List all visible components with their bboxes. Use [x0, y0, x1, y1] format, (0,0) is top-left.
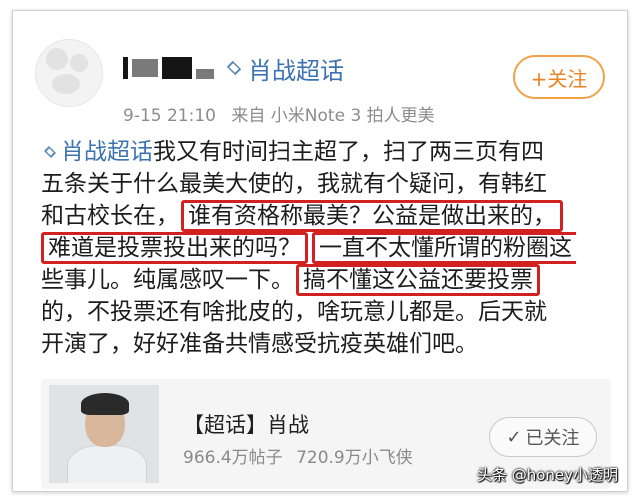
- user-name-row: 肖战超话: [123, 51, 344, 85]
- redacted-username: [132, 59, 158, 77]
- topic-thumbnail: [49, 385, 159, 483]
- post-line: 五条关于什么最美大使的，我就有个疑问，有韩红: [41, 168, 611, 200]
- topic-tag-link[interactable]: 肖战超话: [41, 136, 153, 168]
- super-topic-diamond-icon: [226, 60, 242, 76]
- redacted-username: [123, 57, 128, 79]
- thumbnail-body-shape: [67, 445, 147, 483]
- thumbnail-hair-shape: [81, 393, 129, 415]
- redacted-username: [196, 69, 214, 79]
- avatar[interactable]: [35, 39, 103, 107]
- super-topic-diamond-icon: [43, 145, 57, 159]
- post-card-frame: 肖战超话 9-15 21:10 来自 小米Note 3 拍人更美 +关注 肖战超…: [12, 10, 628, 492]
- post-line: 些事儿。纯属感叹一下。 搞不懂这公益还要投票: [41, 264, 611, 296]
- card-title: 【超话】肖战: [183, 413, 309, 437]
- post-line: 难道是投票投出来的吗？ 一直不太懂所谓的粉圈这: [41, 232, 611, 264]
- post-line: 肖战超话 我又有时间扫主超了，扫了两三页有四: [41, 136, 611, 168]
- post-text: 的，不投票还有啥批皮的，啥玩意儿都是。后天就: [41, 299, 547, 325]
- card-stats: 966.4万帖子 720.9万小飞侠: [183, 443, 421, 468]
- highlighted-text: 难道是投票投出来的吗？: [41, 232, 308, 264]
- highlighted-text: 一直不太懂所谓的粉圈这: [312, 232, 576, 264]
- post-line: 的，不投票还有啥批皮的，啥玩意儿都是。后天就: [41, 296, 611, 328]
- followed-button[interactable]: ✓ 已关注: [489, 417, 597, 457]
- follow-button[interactable]: +关注: [513, 55, 605, 99]
- fans-count: 720.9万小飞侠: [296, 448, 413, 468]
- post-body: 肖战超话 我又有时间扫主超了，扫了两三页有四 五条关于什么最美大使的，我就有个疑问…: [41, 136, 611, 360]
- post-source: 来自 小米Note 3 拍人更美: [231, 106, 435, 126]
- post-text: 开演了，好好准备共情感受抗疫英雄们吧。: [41, 331, 478, 357]
- post-text: 我又有时间扫主超了，扫了两三页有四: [153, 139, 544, 165]
- post-time: 9-15 21:10: [123, 106, 216, 126]
- post-line: 开演了，好好准备共情感受抗疫英雄们吧。: [41, 328, 611, 360]
- highlighted-text: 谁有资格称最美？公益是做出来的，: [181, 200, 563, 232]
- topic-tag-label: 肖战超话: [61, 139, 153, 165]
- check-icon: ✓: [506, 426, 522, 448]
- post-text: 些事儿。纯属感叹一下。: [41, 267, 294, 293]
- followed-label: 已关注: [525, 428, 580, 449]
- post-text: 和古校长在，: [41, 203, 179, 229]
- highlighted-text: 搞不懂这公益还要投票: [296, 264, 540, 296]
- post-meta: 9-15 21:10 来自 小米Note 3 拍人更美: [123, 101, 445, 126]
- watermark: 头条 @honey小透明: [476, 466, 618, 484]
- redacted-username: [162, 57, 192, 79]
- posts-count: 966.4万帖子: [183, 448, 283, 468]
- post-line: 和古校长在， 谁有资格称最美？公益是做出来的，: [41, 200, 611, 232]
- post-text: 五条关于什么最美大使的，我就有个疑问，有韩红: [41, 171, 547, 197]
- topic-name-link[interactable]: 肖战超话: [248, 51, 344, 86]
